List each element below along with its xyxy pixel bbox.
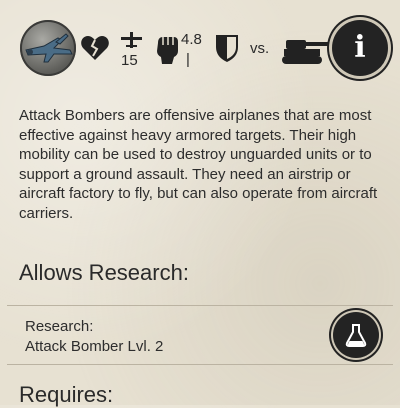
vs-label: vs.	[250, 40, 270, 57]
research-item-value: Attack Bomber Lvl. 2	[25, 338, 164, 355]
research-item: Research: Attack Bomber Lvl. 2	[7, 305, 393, 365]
airplane-icon	[119, 30, 143, 50]
fist-icon	[154, 33, 180, 65]
shield-icon	[214, 33, 240, 63]
flask-icon	[345, 324, 367, 347]
research-button[interactable]	[333, 312, 379, 358]
tank-icon	[282, 30, 330, 66]
requires-title: Requires:	[19, 382, 114, 407]
research-item-label: Research:	[25, 318, 94, 335]
info-button[interactable]: i	[332, 20, 388, 76]
speed-value: 15	[121, 52, 138, 69]
unit-description: Attack Bombers are offensive airplanes t…	[19, 107, 378, 222]
broken-heart-icon	[80, 34, 110, 62]
unit-header: 15 4.8 | vs. i	[0, 0, 400, 100]
info-icon: i	[354, 30, 366, 65]
allows-research-title: Allows Research:	[19, 260, 189, 285]
attack-bomber-icon	[20, 20, 76, 76]
attack-sub: |	[186, 51, 190, 68]
attack-value: 4.8	[181, 31, 202, 48]
